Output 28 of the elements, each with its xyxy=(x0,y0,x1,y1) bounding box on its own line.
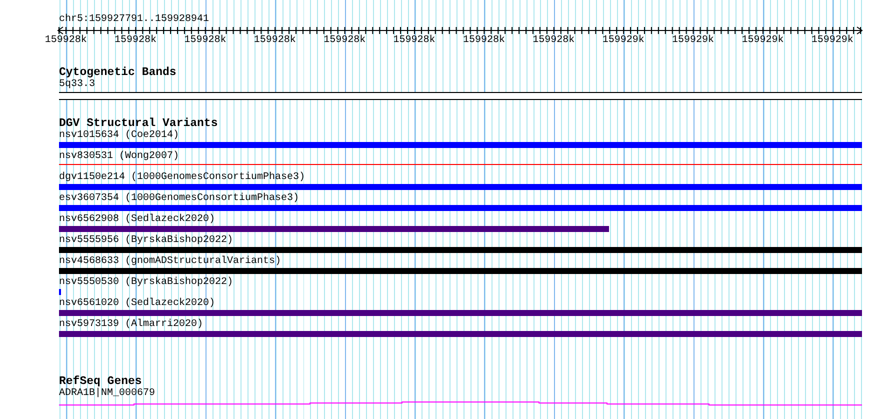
variant-label: nsv6561020 (Sedlazeck2020) xyxy=(59,298,216,310)
variant-label: nsv830531 (Wong2007) xyxy=(59,151,180,163)
variant-label: nsv5555956 (ByrskaBishop2022) xyxy=(59,235,234,247)
variant-label: nsv1015634 (Coe2014) xyxy=(59,130,180,142)
location-text: chr5:159927791..159928941 xyxy=(59,14,210,26)
ruler-tick-label: 159928k xyxy=(392,35,436,46)
band-label: 5q33.3 xyxy=(59,79,96,91)
ruler-tick-label: 159929k xyxy=(601,35,646,46)
ruler-tick-label: 159928k xyxy=(252,35,297,46)
track-title: DGV Structural Variants xyxy=(59,117,218,130)
gene-label: ADRA1B|NM_000679 xyxy=(59,388,156,400)
track-title: RefSeq Genes xyxy=(59,375,142,388)
variant-label: nsv5973139 (Almarri2020) xyxy=(59,319,204,331)
ruler-tick-label: 159929k xyxy=(740,35,785,46)
ruler-tick-label: 159928k xyxy=(114,35,158,46)
variant-label: nsv5550530 (ByrskaBishop2022) xyxy=(59,277,234,289)
ruler-tick-label: 159928k xyxy=(462,35,506,46)
ruler-tick-label: 159929k xyxy=(671,35,716,46)
variant-label: dgv1150e214 (1000GenomesConsortiumPhase3) xyxy=(59,172,306,184)
ruler-tick-label: 159929k xyxy=(810,35,854,46)
variant-label: esv3607354 (1000GenomesConsortiumPhase3) xyxy=(59,193,300,205)
variant-label: nsv4568633 (gnomADStructuralVariants) xyxy=(59,256,282,268)
track-title: Cytogenetic Bands xyxy=(59,66,176,79)
ruler-tick-label: 159928k xyxy=(183,35,228,46)
ruler-tick-label: 159928k xyxy=(44,35,88,46)
variant-label: nsv6562908 (Sedlazeck2020) xyxy=(59,214,216,226)
ruler-tick-label: 159928k xyxy=(532,35,576,46)
ruler-tick-label: 159928k xyxy=(322,35,367,46)
